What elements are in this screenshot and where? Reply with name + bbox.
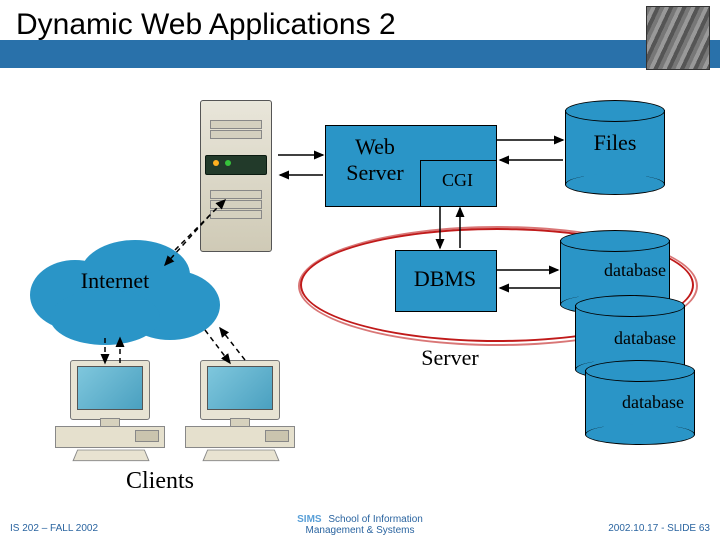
connectors bbox=[0, 70, 720, 510]
header-photo bbox=[646, 6, 710, 70]
footer-school-line2: Management & Systems bbox=[306, 525, 415, 536]
page-title: Dynamic Web Applications 2 bbox=[16, 8, 396, 42]
footer-school-line1: School of Information bbox=[328, 514, 423, 525]
slide: Dynamic Web Applications 2 Web Server CG… bbox=[0, 0, 720, 540]
title-bar bbox=[0, 40, 720, 68]
footer-right: 2002.10.17 - SLIDE 63 bbox=[608, 523, 710, 534]
diagram-stage: Web Server CGI Files Internet DBMS Serve… bbox=[0, 70, 720, 510]
footer-logo-text: SIMS bbox=[297, 514, 321, 525]
